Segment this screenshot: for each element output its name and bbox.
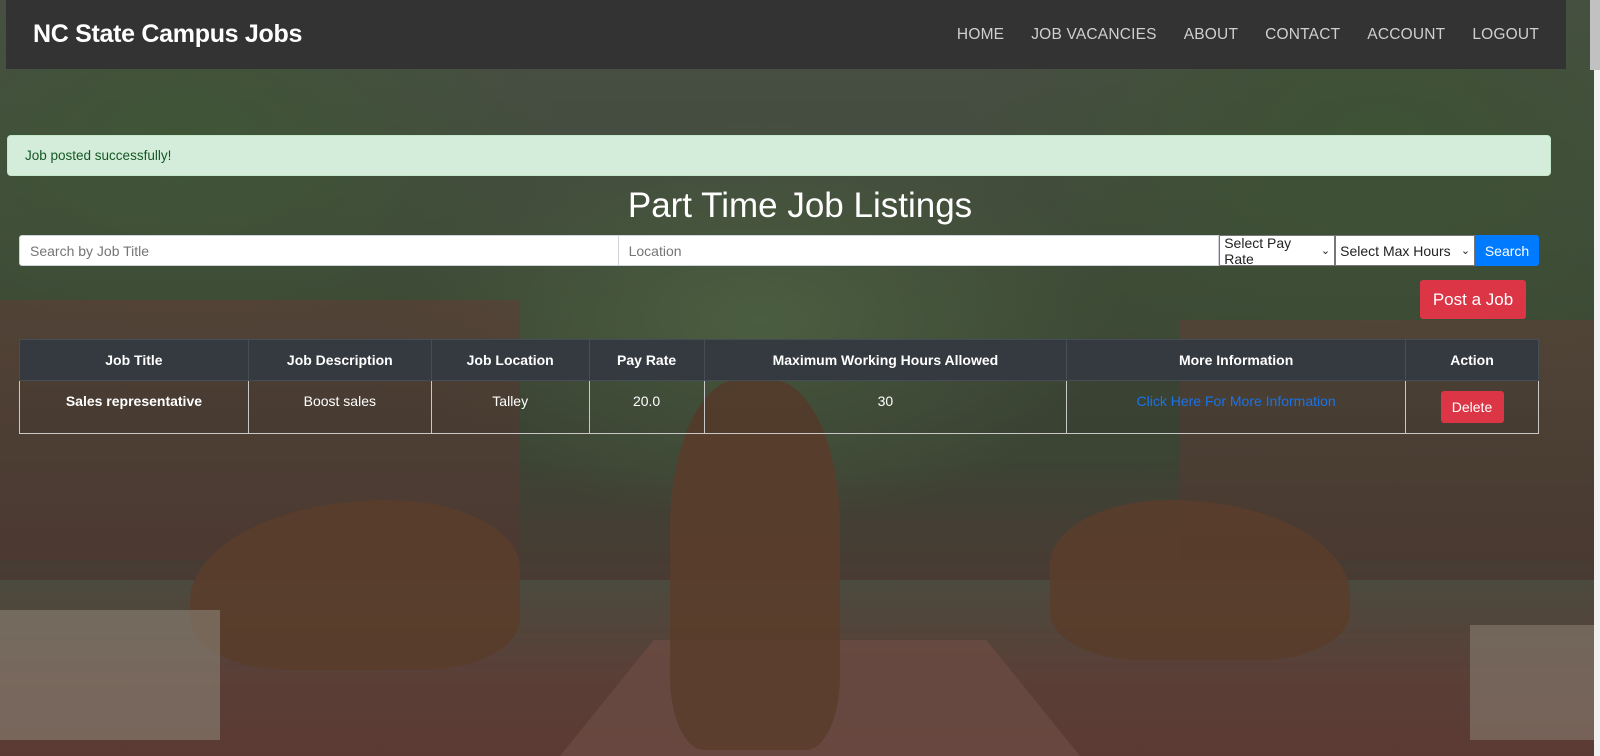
- job-listings-table: Job Title Job Description Job Location P…: [19, 339, 1539, 434]
- cell-job-location: Talley: [430, 380, 590, 434]
- success-alert: Job posted successfully!: [7, 135, 1551, 176]
- page-title: Part Time Job Listings: [627, 186, 973, 225]
- column-header-job-description: Job Description: [247, 339, 432, 381]
- location-search-input[interactable]: [618, 235, 1220, 266]
- cell-job-title: Sales representative: [19, 380, 249, 434]
- nav-link-job-vacancies[interactable]: JOB VACANCIES: [1031, 26, 1156, 44]
- cell-action: Delete: [1405, 380, 1539, 434]
- post-job-button[interactable]: Post a Job: [1420, 280, 1526, 319]
- pay-rate-select[interactable]: Select Pay Rate ⌄: [1219, 234, 1336, 267]
- column-header-max-hours: Maximum Working Hours Allowed: [703, 339, 1068, 381]
- cell-max-hours: 30: [703, 380, 1068, 434]
- more-information-link[interactable]: Click Here For More Information: [1137, 393, 1336, 409]
- column-header-job-title: Job Title: [19, 339, 249, 381]
- nav-link-logout[interactable]: LOGOUT: [1472, 26, 1539, 44]
- search-button[interactable]: Search: [1475, 235, 1539, 266]
- nav-links: HOME JOB VACANCIES ABOUT CONTACT ACCOUNT…: [930, 26, 1539, 44]
- pay-rate-select-value: Select Pay Rate: [1224, 234, 1292, 267]
- nav-link-home[interactable]: HOME: [957, 26, 1004, 44]
- column-header-pay-rate: Pay Rate: [588, 339, 705, 381]
- nav-link-about[interactable]: ABOUT: [1184, 26, 1238, 44]
- column-header-action: Action: [1405, 339, 1539, 381]
- scrollbar-thumb[interactable]: [1590, 0, 1600, 70]
- search-bar: Select Pay Rate ⌄ Select Max Hours ⌄ Sea…: [19, 234, 1539, 267]
- table-header-row: Job Title Job Description Job Location P…: [19, 339, 1539, 381]
- nav-link-account[interactable]: ACCOUNT: [1367, 26, 1445, 44]
- max-hours-select[interactable]: Select Max Hours ⌄: [1335, 235, 1476, 266]
- cell-more-information: Click Here For More Information: [1066, 380, 1406, 434]
- scrollbar-track[interactable]: [1594, 0, 1600, 756]
- column-header-more-information: More Information: [1066, 339, 1406, 381]
- navbar: NC State Campus Jobs HOME JOB VACANCIES …: [6, 0, 1566, 69]
- chevron-down-icon: ⌄: [1320, 245, 1331, 257]
- job-title-search-input[interactable]: [19, 235, 619, 266]
- column-header-job-location: Job Location: [430, 339, 590, 381]
- delete-button[interactable]: Delete: [1440, 391, 1504, 423]
- cell-job-description: Boost sales: [247, 380, 432, 434]
- brand-logo[interactable]: NC State Campus Jobs: [33, 20, 302, 49]
- page-content: NC State Campus Jobs HOME JOB VACANCIES …: [0, 0, 1600, 756]
- cell-pay-rate: 20.0: [588, 380, 705, 434]
- max-hours-select-value: Select Max Hours: [1340, 242, 1451, 259]
- chevron-down-icon: ⌄: [1460, 245, 1471, 257]
- nav-link-contact[interactable]: CONTACT: [1265, 26, 1340, 44]
- table-row: Sales representative Boost sales Talley …: [19, 380, 1539, 434]
